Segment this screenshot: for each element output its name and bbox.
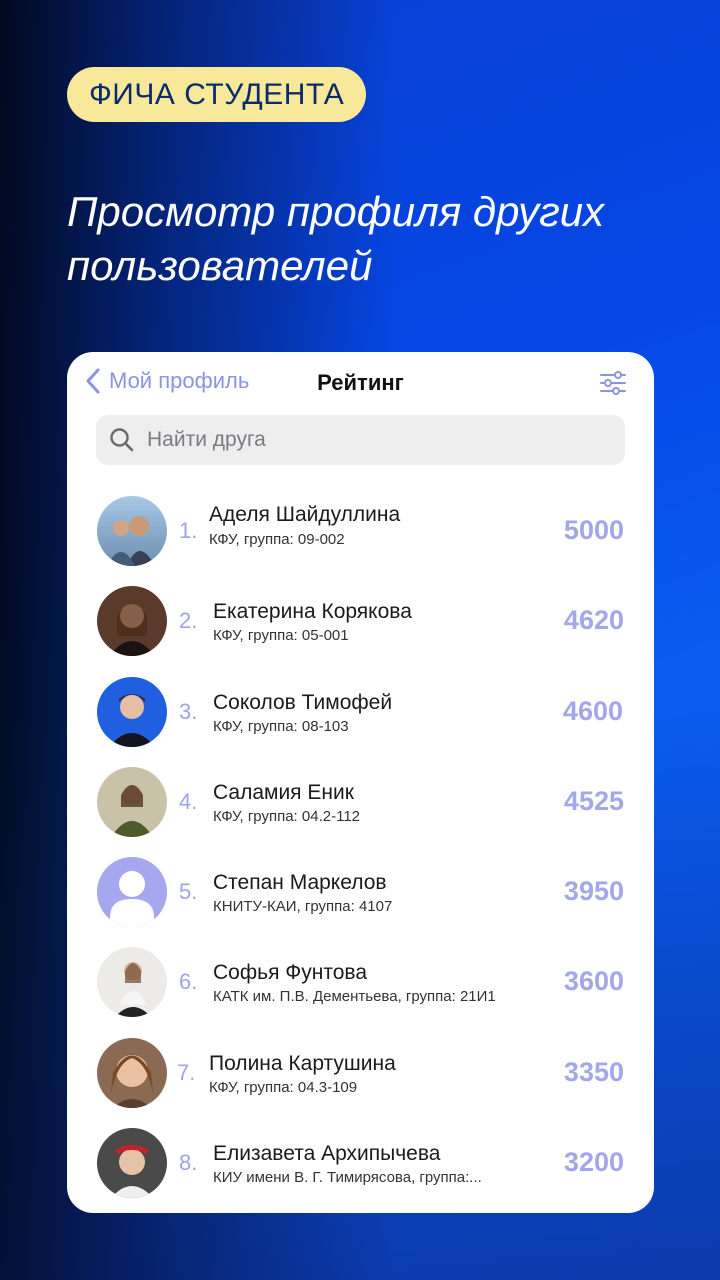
phone-card: Мой профиль Рейтинг Найти друга 1. Аделя… — [67, 352, 654, 1213]
list-item[interactable]: 2. Екатерина Корякова КФУ, группа: 05-00… — [67, 572, 654, 662]
rank-number: 1. — [179, 518, 198, 543]
user-name: Саламия Еник — [213, 780, 354, 804]
rank-number: 6. — [179, 969, 198, 995]
page-title-text: Рейтинг — [317, 370, 404, 395]
user-name: Екатерина Корякова — [213, 600, 412, 624]
feature-badge: ФИЧА СТУДЕНТА — [67, 67, 367, 122]
user-score: 4600 — [562, 695, 623, 726]
user-score: 4525 — [563, 785, 624, 816]
user-info: КФУ, группа: 09-002 — [209, 531, 345, 548]
list-item[interactable]: 3. Соколов Тимофей КФУ, группа: 08-103 4… — [67, 663, 654, 753]
user-placeholder-icon — [97, 857, 167, 928]
rank-number: 5. — [179, 879, 198, 905]
list-item[interactable]: 6. Софья Фунтова КАТК им. П.В. Дементьев… — [67, 933, 654, 1023]
user-score: 5000 — [563, 515, 624, 545]
user-name: Соколов Тимофей — [213, 690, 393, 714]
avatar[interactable] — [97, 496, 167, 566]
headline: Просмотр профиля других пользователей — [67, 188, 605, 289]
avatar[interactable] — [97, 766, 167, 837]
list-item[interactable]: 4. Саламия Еник КФУ, группа: 04.2-112 45… — [67, 753, 654, 843]
user-info: КФУ, группа: 04.2-112 — [213, 807, 360, 825]
user-info: КНИТУ-КАИ, группа: 4107 — [213, 898, 393, 916]
search-bar[interactable] — [96, 415, 625, 465]
navigation-bar: Мой профиль Рейтинг — [67, 352, 654, 414]
page-title: Рейтинг — [67, 370, 654, 396]
rank-number: 3. — [179, 698, 198, 724]
user-name: Полина Картушина — [209, 1051, 396, 1075]
avatar[interactable] — [97, 1037, 167, 1108]
user-name: Аделя Шайдуллина — [209, 503, 401, 526]
user-info: КФУ, группа: 05-001 — [213, 627, 349, 645]
user-info: КАТК им. П.В. Дементьева, группа: 21И1 — [213, 988, 496, 1006]
search-input[interactable] — [145, 427, 599, 453]
avatar-placeholder[interactable] — [97, 857, 167, 928]
search-icon — [110, 428, 134, 452]
user-score: 3200 — [563, 1147, 624, 1178]
user-name: Елизавета Архипычева — [213, 1142, 441, 1166]
user-info: КИУ имени В. Г. Тимирясова, группа:... — [213, 1169, 482, 1187]
list-item[interactable]: 5. Степан Маркелов КНИТУ-КАИ, группа: 41… — [67, 843, 654, 933]
list-item[interactable]: 8. Елизавета Архипычева КИУ имени В. Г. … — [67, 1114, 654, 1204]
user-score: 4620 — [563, 605, 624, 636]
user-score: 3600 — [563, 966, 624, 997]
rank-number: 7. — [177, 1059, 196, 1085]
user-score: 3350 — [563, 1056, 624, 1087]
user-name: Софья Фунтова — [213, 961, 367, 985]
avatar[interactable] — [97, 947, 167, 1018]
rank-number: 4. — [179, 788, 198, 814]
avatar[interactable] — [97, 1128, 167, 1199]
avatar[interactable] — [97, 676, 167, 747]
list-item[interactable]: 1. Аделя Шайдуллина КФУ, группа: 09-002 … — [67, 482, 654, 572]
filter-icon[interactable] — [598, 368, 628, 398]
rating-list: 1. Аделя Шайдуллина КФУ, группа: 09-002 … — [67, 482, 654, 1204]
user-info: КФУ, группа: 04.3-109 — [209, 1078, 358, 1096]
user-info: КФУ, группа: 08-103 — [213, 717, 349, 735]
user-name: Степан Маркелов — [213, 871, 387, 895]
rank-number: 8. — [179, 1150, 198, 1176]
user-score: 3950 — [563, 876, 624, 907]
list-item[interactable]: 7. Полина Картушина КФУ, группа: 04.3-10… — [67, 1024, 654, 1114]
avatar[interactable] — [97, 586, 167, 657]
rank-number: 2. — [179, 608, 198, 634]
